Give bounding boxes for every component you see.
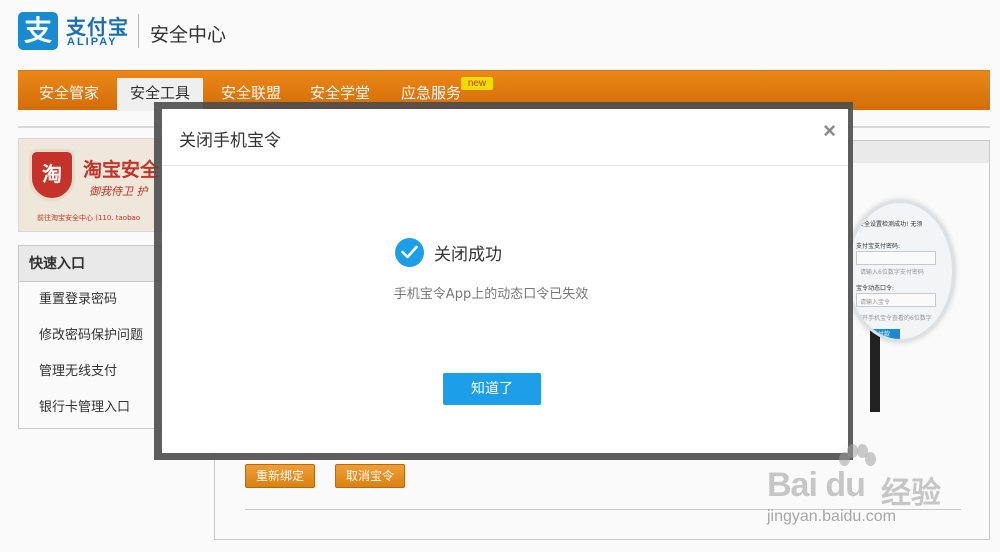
dialog-header: 关闭手机宝令 × bbox=[162, 109, 848, 166]
baidu-jingyan-watermark: Bai du 经验 jingyan.baidu.com bbox=[763, 442, 963, 532]
success-description: 手机宝令App上的动态口令已失效 bbox=[393, 287, 589, 302]
close-token-dialog: 关闭手机宝令 × 关闭成功 手机宝令App上的动态口令已失效 知道了 bbox=[162, 109, 848, 453]
watermark-url: jingyan.baidu.com bbox=[767, 508, 896, 525]
watermark-logo: Bai du bbox=[767, 466, 866, 504]
ok-button[interactable]: 知道了 bbox=[443, 373, 541, 405]
close-icon[interactable]: × bbox=[823, 118, 836, 144]
dialog-title: 关闭手机宝令 bbox=[179, 131, 281, 151]
success-check-icon bbox=[395, 238, 424, 267]
success-title: 关闭成功 bbox=[434, 245, 502, 265]
watermark-cn: 经验 bbox=[881, 476, 941, 511]
